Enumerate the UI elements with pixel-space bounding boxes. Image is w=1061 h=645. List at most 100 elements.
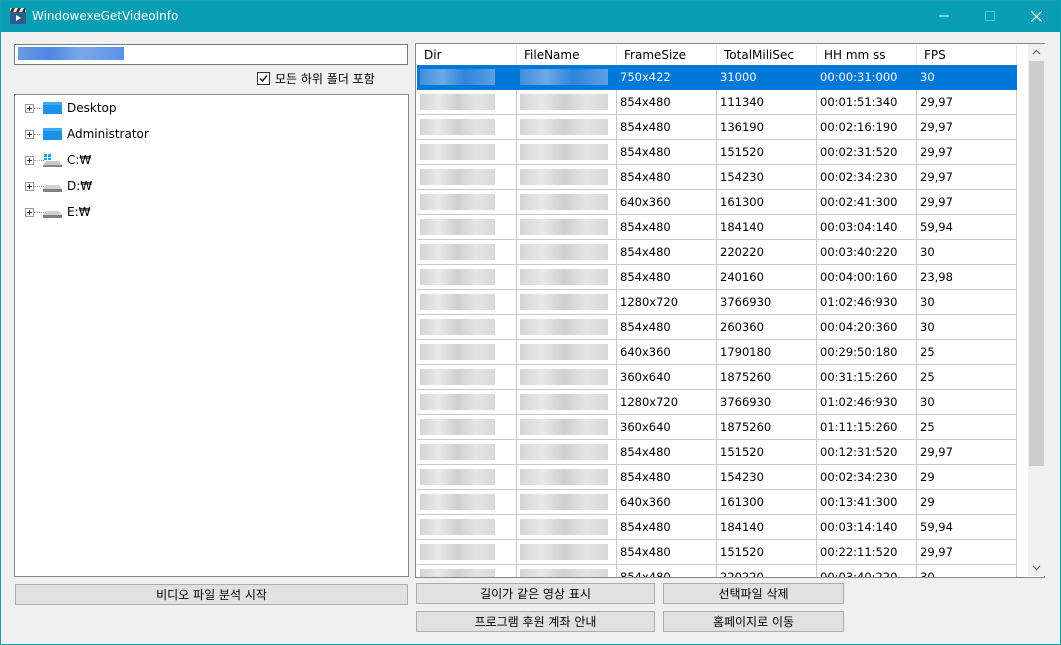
table-row[interactable]: 854x480 220220 00:03:40:220 30: [417, 565, 1017, 577]
tree-item-e-drive[interactable]: E:₩: [15, 202, 395, 224]
cell-frame: 640x360: [617, 340, 717, 365]
cell-dir-redacted: [417, 290, 517, 315]
delete-selected-button[interactable]: 선택파일 삭제: [663, 583, 844, 604]
table-row[interactable]: 854x480 184140 00:03:14:140 59,94: [417, 515, 1017, 540]
table-row[interactable]: 854x480 260360 00:04:20:360 30: [417, 315, 1017, 340]
cell-ms: 260360: [717, 315, 817, 340]
table-row[interactable]: 360x640 1875260 00:31:15:260 25: [417, 365, 1017, 390]
cell-filename-redacted: [517, 65, 617, 90]
cell-frame: 854x480: [617, 165, 717, 190]
cell-ms: 3766930: [717, 290, 817, 315]
cell-frame: 854x480: [617, 540, 717, 565]
table-row[interactable]: 360x640 1875260 01:11:15:260 25: [417, 415, 1017, 440]
tree-item-label: C:₩: [67, 153, 92, 167]
expand-icon[interactable]: [25, 104, 34, 113]
cell-frame: 854x480: [617, 215, 717, 240]
table-row[interactable]: 640x360 161300 00:13:41:300 29: [417, 490, 1017, 515]
scroll-up-button[interactable]: [1028, 44, 1045, 61]
title-bar[interactable]: WindowexeGetVideoInfo: [1, 1, 1060, 32]
redacted-text: [520, 319, 608, 335]
redacted-text: [520, 269, 608, 285]
table-row[interactable]: 854x480 154230 00:02:34:230 29: [417, 465, 1017, 490]
cell-hms: 00:31:15:260: [817, 365, 917, 390]
table-row[interactable]: 854x480 154230 00:02:34:230 29,97: [417, 165, 1017, 190]
expand-icon[interactable]: [25, 156, 34, 165]
scroll-down-button[interactable]: [1028, 559, 1045, 576]
table-row[interactable]: 1280x720 3766930 01:02:46:930 30: [417, 390, 1017, 415]
cell-filename-redacted: [517, 490, 617, 515]
cell-fps: 30: [917, 290, 1017, 315]
start-analysis-button[interactable]: 비디오 파일 분석 시작: [15, 584, 408, 605]
homepage-button[interactable]: 홈페이지로 이동: [663, 611, 844, 632]
grid-vertical-scrollbar[interactable]: [1028, 44, 1045, 576]
table-row[interactable]: 750x422 31000 00:00:31:000 30: [417, 65, 1017, 90]
column-header-dir[interactable]: Dir: [417, 45, 517, 65]
cell-fps: 29,97: [917, 540, 1017, 565]
tree-item-desktop[interactable]: Desktop: [15, 98, 395, 120]
include-subfolders-label: 모든 하위 폴더 포함: [275, 72, 375, 86]
cell-ms: 31000: [717, 65, 817, 90]
cell-frame: 360x640: [617, 365, 717, 390]
folder-tree[interactable]: Desktop Administrator C:₩ D:₩ E:₩: [14, 94, 409, 577]
table-row[interactable]: 640x360 161300 00:02:41:300 29,97: [417, 190, 1017, 215]
cell-frame: 750x422: [617, 65, 717, 90]
redacted-text: [420, 444, 495, 460]
cell-dir-redacted: [417, 465, 517, 490]
cell-hms: 00:00:31:000: [817, 65, 917, 90]
column-header-framesize[interactable]: FrameSize: [617, 45, 717, 65]
column-header-hhmmss[interactable]: HH mm ss: [817, 45, 917, 65]
cell-dir-redacted: [417, 565, 517, 577]
app-window: WindowexeGetVideoInfo 모든 하위 폴더 포함 Deskto…: [0, 0, 1061, 645]
expand-icon[interactable]: [25, 182, 34, 191]
folder-path-input[interactable]: [14, 44, 408, 65]
table-row[interactable]: 854x480 151520 00:02:31:520 29,97: [417, 140, 1017, 165]
cell-fps: 30: [917, 315, 1017, 340]
cell-ms: 240160: [717, 265, 817, 290]
chevron-down-icon: [1032, 565, 1041, 571]
cell-filename-redacted: [517, 265, 617, 290]
cell-fps: 29: [917, 465, 1017, 490]
minimize-button[interactable]: [921, 1, 967, 32]
cell-hms: 00:01:51:340: [817, 90, 917, 115]
expand-icon[interactable]: [25, 130, 34, 139]
video-info-grid[interactable]: Dir FileName FrameSize TotalMiliSec HH m…: [415, 43, 1045, 578]
table-row[interactable]: 854x480 151520 00:12:31:520 29,97: [417, 440, 1017, 465]
maximize-button[interactable]: [967, 1, 1013, 32]
cell-frame: 1280x720: [617, 290, 717, 315]
redacted-text: [520, 119, 608, 135]
cell-frame: 360x640: [617, 415, 717, 440]
cell-fps: 25: [917, 415, 1017, 440]
redacted-text: [420, 219, 495, 235]
show-same-length-button[interactable]: 길이가 같은 영상 표시: [416, 583, 655, 604]
table-row[interactable]: 854x480 220220 00:03:40:220 30: [417, 240, 1017, 265]
cell-hms: 00:02:16:190: [817, 115, 917, 140]
expand-icon[interactable]: [25, 208, 34, 217]
cell-dir-redacted: [417, 440, 517, 465]
scroll-thumb[interactable]: [1029, 61, 1044, 466]
cell-fps: 30: [917, 390, 1017, 415]
donate-info-button[interactable]: 프로그램 후원 계좌 안내: [416, 611, 655, 632]
checkbox-box[interactable]: [257, 72, 270, 85]
table-row[interactable]: 854x480 184140 00:03:04:140 59,94: [417, 215, 1017, 240]
redacted-text: [520, 569, 608, 577]
close-button[interactable]: [1013, 1, 1059, 32]
table-row[interactable]: 640x360 1790180 00:29:50:180 25: [417, 340, 1017, 365]
table-row[interactable]: 854x480 136190 00:02:16:190 29,97: [417, 115, 1017, 140]
redacted-text: [420, 394, 495, 410]
cell-filename-redacted: [517, 390, 617, 415]
column-header-totalmilisec[interactable]: TotalMiliSec: [717, 45, 817, 65]
table-row[interactable]: 854x480 151520 00:22:11:520 29,97: [417, 540, 1017, 565]
table-row[interactable]: 854x480 111340 00:01:51:340 29,97: [417, 90, 1017, 115]
tree-item-c-drive[interactable]: C:₩: [15, 150, 395, 172]
cell-ms: 136190: [717, 115, 817, 140]
cell-frame: 854x480: [617, 565, 717, 577]
cell-fps: 29,97: [917, 90, 1017, 115]
cell-filename-redacted: [517, 415, 617, 440]
table-row[interactable]: 1280x720 3766930 01:02:46:930 30: [417, 290, 1017, 315]
column-header-filename[interactable]: FileName: [517, 45, 617, 65]
column-header-fps[interactable]: FPS: [917, 45, 1017, 65]
cell-ms: 3766930: [717, 390, 817, 415]
tree-item-administrator[interactable]: Administrator: [15, 124, 395, 146]
table-row[interactable]: 854x480 240160 00:04:00:160 23,98: [417, 265, 1017, 290]
tree-item-d-drive[interactable]: D:₩: [15, 176, 395, 198]
